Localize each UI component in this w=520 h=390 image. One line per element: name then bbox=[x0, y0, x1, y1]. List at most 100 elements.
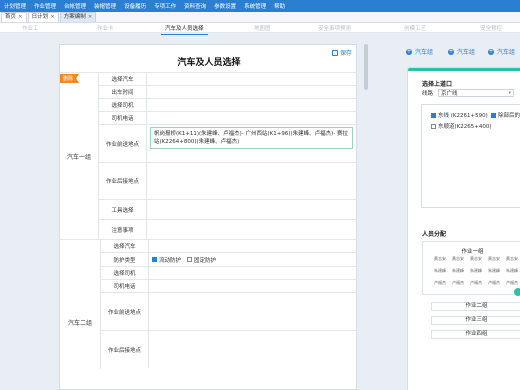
group-header: 汽车二组 bbox=[60, 240, 101, 369]
form-row: 司机电话 bbox=[99, 112, 356, 125]
add-vehicle-group-button[interactable]: + 汽车组 bbox=[406, 47, 433, 56]
line-select[interactable]: 京广线 ▾ bbox=[438, 89, 515, 97]
pickup-location-field[interactable] bbox=[149, 331, 356, 368]
close-icon[interactable]: × bbox=[50, 14, 55, 20]
vehicle-form: 删除 汽车一组 选择汽车 出车时间 选择司机 司机电话 作业前送地点 帆岗报桥(K… bbox=[60, 72, 356, 369]
menu-help[interactable]: 帮助 bbox=[270, 2, 289, 10]
menu-ledger[interactable]: 台帐管理 bbox=[60, 2, 90, 10]
field-label: 防护类型 bbox=[101, 253, 149, 266]
floating-action-button[interactable] bbox=[514, 288, 520, 296]
form-row: 注意事项 bbox=[99, 220, 356, 239]
save-button[interactable]: 保存 bbox=[331, 48, 352, 57]
staff-cell[interactable]: 黄志安 bbox=[451, 256, 469, 267]
menu-params[interactable]: 参数设置 bbox=[210, 2, 240, 10]
staff-cell[interactable]: 卢福杰 bbox=[433, 280, 451, 291]
driver-phone-field[interactable] bbox=[147, 112, 356, 124]
staff-cell[interactable]: 卢福杰 bbox=[451, 280, 469, 291]
checkbox[interactable] bbox=[187, 257, 193, 262]
vehicle-group-2: 汽车二组 选择汽车 防护类型 流动防护 固定防护 选择司机 司机电话 作业前送地… bbox=[60, 239, 356, 369]
staff-cell[interactable]: 黄志安 bbox=[433, 256, 451, 267]
tab-home[interactable]: 首页 × bbox=[1, 12, 27, 22]
pickup-location-field[interactable] bbox=[147, 163, 356, 199]
notes-field[interactable] bbox=[147, 220, 356, 239]
tab-label: 日计划 bbox=[31, 14, 49, 20]
add-vehicle-group-button[interactable]: + 汽车组 bbox=[488, 47, 515, 56]
staff-cell[interactable]: 黄志安 bbox=[505, 256, 520, 267]
step-5[interactable]: 安全事项预测 bbox=[318, 24, 351, 32]
scrollbar-thumb[interactable] bbox=[364, 44, 368, 90]
form-row: 选择汽车 bbox=[101, 240, 356, 253]
option-fixed-protection[interactable]: 固定防护 bbox=[187, 256, 216, 264]
crossing-item[interactable]: 东顺道(K2265+400) bbox=[431, 122, 492, 130]
step-1[interactable]: 作业工 bbox=[22, 24, 39, 32]
step-3[interactable]: 汽车及人员选择 bbox=[161, 24, 207, 35]
driver-phone-field[interactable] bbox=[149, 280, 356, 292]
checkbox[interactable] bbox=[491, 112, 496, 118]
crossing-item[interactable]: 除部后的 bbox=[491, 111, 520, 119]
step-4[interactable]: 地图图 bbox=[254, 24, 271, 32]
form-row: 作业后接地点 bbox=[99, 163, 356, 200]
menu-docs[interactable]: 资料查询 bbox=[180, 2, 210, 10]
staff-cell[interactable]: 黄志安 bbox=[487, 256, 505, 267]
staff-cell[interactable]: 卢福杰 bbox=[487, 280, 505, 291]
dropoff-location-field[interactable] bbox=[149, 293, 356, 330]
step-2[interactable]: 作业卡 bbox=[97, 24, 114, 32]
select-driver-field[interactable] bbox=[149, 267, 356, 279]
menu-plan[interactable]: 计划管理 bbox=[0, 2, 30, 10]
field-label: 作业前送地点 bbox=[99, 125, 147, 162]
dropoff-location-field: 帆岗报桥(K1+11)(朱建峰、卢福杰)- 广州西站(K1+96)(朱建峰、卢福… bbox=[147, 125, 356, 162]
close-icon[interactable]: × bbox=[88, 14, 93, 20]
tab-daily-plan[interactable]: 日计划 × bbox=[27, 12, 59, 22]
plus-icon: + bbox=[448, 47, 454, 55]
tab-plan-edit[interactable]: 方案编制 × bbox=[59, 12, 97, 22]
staff-cell[interactable]: 朱建峰 bbox=[487, 268, 505, 279]
field-label: 作业前送地点 bbox=[101, 293, 149, 330]
menu-work[interactable]: 作业管理 bbox=[30, 2, 60, 10]
field-label: 选择司机 bbox=[101, 267, 149, 279]
plus-icon: + bbox=[488, 47, 494, 55]
select-vehicle-field[interactable] bbox=[149, 240, 356, 252]
staff-grid: 黄志安 黄志安 黄志安 黄志安 黄志安 朱建峰 朱建峰 朱建峰 朱建峰 朱建峰 … bbox=[433, 256, 520, 291]
form-row: 选择司机 bbox=[101, 267, 356, 280]
save-label: 保存 bbox=[339, 50, 352, 57]
work-group-2-button[interactable]: 作业二组 bbox=[431, 302, 520, 311]
staff-allocation-title: 人员分配 bbox=[422, 231, 447, 238]
delete-button[interactable]: 删除 bbox=[60, 74, 80, 83]
checkbox[interactable] bbox=[152, 257, 157, 262]
menu-cap[interactable]: 装帽管理 bbox=[90, 2, 120, 10]
group-header: 删除 汽车一组 bbox=[60, 73, 99, 239]
select-vehicle-field[interactable] bbox=[147, 73, 356, 85]
staff-cell[interactable]: 黄志安 bbox=[469, 256, 487, 267]
staff-cell[interactable]: 朱建峰 bbox=[469, 268, 487, 279]
form-row: 作业后接地点 bbox=[101, 331, 356, 368]
dropoff-location-value[interactable]: 帆岗报桥(K1+11)(朱建峰、卢福杰)- 广州西站(K1+96)(朱建峰、卢福… bbox=[150, 127, 353, 149]
departure-time-field[interactable] bbox=[147, 86, 356, 98]
step-6[interactable]: 创模工艺 bbox=[404, 24, 426, 32]
work-group-name: 作业一组 bbox=[461, 249, 484, 255]
add-vehicle-group-button[interactable]: + 汽车组 bbox=[448, 47, 475, 56]
staff-cell[interactable]: 朱建峰 bbox=[433, 268, 451, 279]
form-scrollbar[interactable] bbox=[364, 44, 368, 390]
chevron-down-icon: ▾ bbox=[508, 90, 512, 96]
checkbox[interactable] bbox=[431, 123, 436, 129]
field-label: 选择汽车 bbox=[101, 240, 149, 252]
work-group-3-button[interactable]: 作业三组 bbox=[431, 316, 520, 325]
staff-cell[interactable]: 朱建峰 bbox=[505, 268, 520, 279]
line-selector-row: 线路 京广线 ▾ bbox=[422, 89, 515, 97]
button-label: 汽车组 bbox=[497, 49, 516, 56]
work-group-4-button[interactable]: 作业四组 bbox=[431, 330, 520, 339]
crossing-label: 除部后的 bbox=[498, 113, 520, 119]
close-icon[interactable]: × bbox=[18, 14, 23, 20]
option-mobile-protection[interactable]: 流动防护 bbox=[152, 256, 181, 264]
crossing-label: 东顺道(K2265+400) bbox=[438, 124, 492, 130]
menu-system[interactable]: 系统管理 bbox=[240, 2, 270, 10]
staff-cell[interactable]: 卢福杰 bbox=[469, 280, 487, 291]
crossing-item[interactable]: 东线 (K2261+590) bbox=[431, 111, 488, 119]
tool-select-field[interactable] bbox=[147, 200, 356, 219]
select-driver-field[interactable] bbox=[147, 99, 356, 111]
menu-device[interactable]: 设备履历 bbox=[120, 2, 150, 10]
staff-cell[interactable]: 朱建峰 bbox=[451, 268, 469, 279]
checkbox[interactable] bbox=[431, 112, 436, 118]
step-7[interactable]: 安全预控 bbox=[480, 24, 502, 32]
menu-special[interactable]: 专项工作 bbox=[150, 2, 180, 10]
